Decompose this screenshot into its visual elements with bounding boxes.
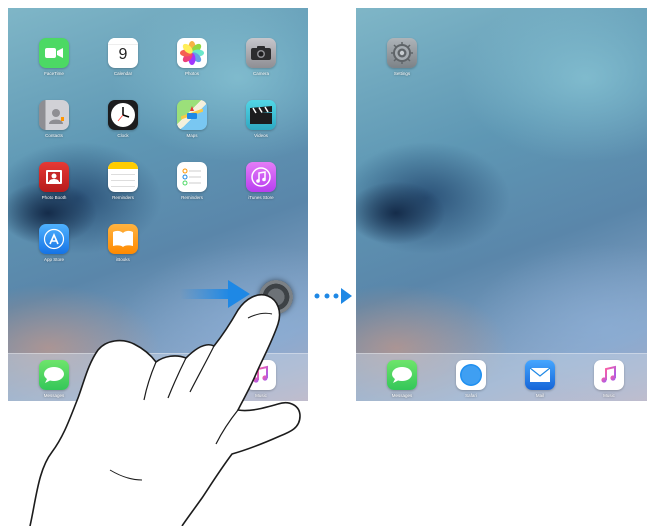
dock-app-music[interactable]: Music [241, 360, 281, 398]
settings-icon [387, 38, 417, 68]
maps-icon [177, 100, 207, 130]
app-calendar[interactable]: 9 Calendar [95, 38, 151, 76]
ipad-home-screen-after: Settings Messages Safari Mail Music [356, 8, 647, 401]
app-label: FaceTime [44, 71, 64, 76]
clock-icon [108, 100, 138, 130]
dock-app-messages[interactable]: Messages [382, 360, 422, 398]
app-label: Camera [252, 71, 269, 76]
home-button[interactable] [259, 280, 293, 314]
contacts-icon [39, 100, 69, 130]
app-label: Safari [465, 393, 477, 398]
app-label: iTunes Store [248, 195, 274, 200]
app-maps[interactable]: Maps [164, 100, 220, 138]
music-icon [246, 360, 276, 390]
dock-app-music[interactable]: Music [589, 360, 629, 398]
music-icon [594, 360, 624, 390]
dock: Messages Music [8, 353, 308, 401]
app-ibooks[interactable]: iBooks [95, 224, 151, 262]
ipad-home-screen-before: FaceTime 9 Calendar Photos Camera Contac… [8, 8, 308, 401]
ibooks-icon [108, 224, 138, 254]
app-label: iBooks [116, 257, 130, 262]
app-photo-booth[interactable]: Photo Booth [26, 162, 82, 200]
app-clock[interactable]: Clock [95, 100, 151, 138]
app-facetime[interactable]: FaceTime [26, 38, 82, 76]
app-app-store[interactable]: App Store [26, 224, 82, 262]
notes-icon [108, 162, 138, 192]
reminders-icon [177, 162, 207, 192]
app-settings[interactable]: Settings [374, 38, 430, 76]
app-label: Mail [535, 393, 545, 398]
app-store-icon [39, 224, 69, 254]
app-label: Clock [117, 133, 129, 138]
app-label: Maps [186, 133, 198, 138]
app-label: Messages [43, 393, 65, 398]
app-label: Messages [391, 393, 413, 398]
calendar-day: 9 [118, 46, 128, 63]
photos-icon [177, 38, 207, 68]
itunes-store-icon [246, 162, 276, 192]
app-videos[interactable]: Videos [233, 100, 289, 138]
mail-icon [525, 360, 555, 390]
app-label: App Store [43, 257, 64, 262]
app-label: Photos [184, 71, 199, 76]
calendar-icon: 9 [108, 38, 138, 68]
videos-icon [246, 100, 276, 130]
dock-app-safari[interactable]: Safari [451, 360, 491, 398]
photo-booth-icon [39, 162, 69, 192]
app-label: Music [255, 393, 267, 398]
safari-icon [456, 360, 486, 390]
app-reminders[interactable]: Reminders [164, 162, 220, 200]
app-camera[interactable]: Camera [233, 38, 289, 76]
dock: Messages Safari Mail Music [356, 353, 647, 401]
camera-icon [246, 38, 276, 68]
dock-app-messages[interactable]: Messages [34, 360, 74, 398]
app-photos[interactable]: Photos [164, 38, 220, 76]
app-label: Contacts [45, 133, 63, 138]
app-label: Music [603, 393, 615, 398]
app-contacts[interactable]: Contacts [26, 100, 82, 138]
messages-icon [39, 360, 69, 390]
messages-icon [387, 360, 417, 390]
app-label: Settings [393, 71, 411, 76]
dock-app-mail[interactable]: Mail [520, 360, 560, 398]
app-label: Reminders [181, 195, 203, 200]
app-label: Calendar [113, 71, 133, 76]
app-label: Reminders [112, 195, 134, 200]
app-label: Photo Booth [41, 195, 67, 200]
app-label: Videos [254, 133, 268, 138]
app-notes[interactable]: Reminders [95, 162, 151, 200]
app-itunes-store[interactable]: iTunes Store [233, 162, 289, 200]
facetime-icon [39, 38, 69, 68]
